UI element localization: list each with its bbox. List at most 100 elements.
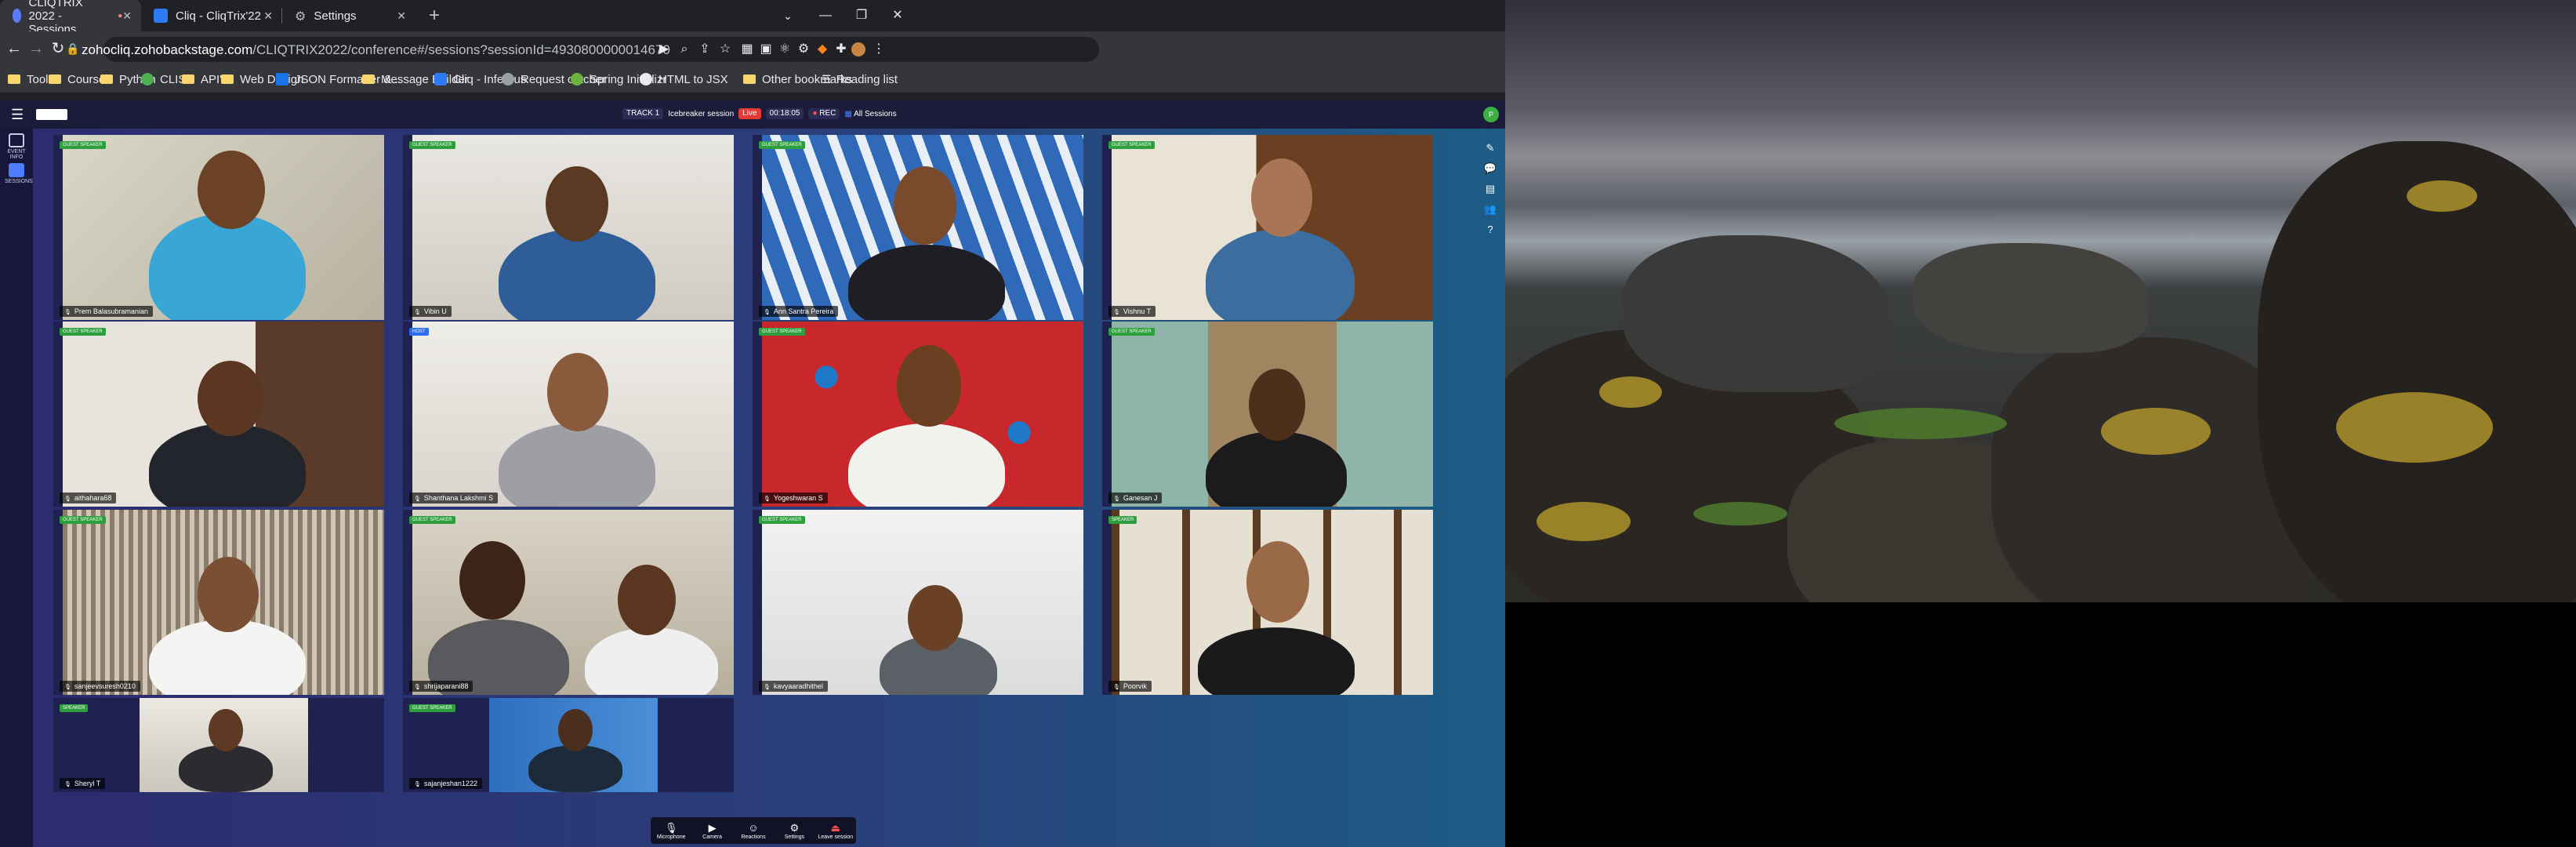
menu-kebab-icon[interactable]: ⋮ bbox=[870, 41, 887, 58]
live-badge: Live bbox=[738, 108, 761, 119]
globe-icon bbox=[502, 73, 514, 85]
nav-event-info[interactable]: EVENT INFO bbox=[5, 133, 28, 160]
video-feed bbox=[412, 135, 734, 320]
participant-head bbox=[618, 565, 676, 635]
participant-head bbox=[1249, 369, 1305, 441]
user-avatar[interactable]: P bbox=[1483, 107, 1499, 122]
video-tile[interactable]: GUEST SPEAKER kavyaaradhithel bbox=[753, 510, 1083, 695]
zoho-favicon-icon bbox=[13, 9, 21, 23]
participant-figure bbox=[1206, 431, 1347, 507]
puzzle-icon[interactable]: ✚ bbox=[833, 41, 850, 58]
tab-search-chevron-icon[interactable]: ⌄ bbox=[770, 0, 806, 31]
microphone-button[interactable]: 🎙 Microphone bbox=[651, 822, 691, 840]
share-icon[interactable]: ⇪ bbox=[696, 41, 713, 58]
video-tile[interactable]: HOST Shanthana Lakshmi S bbox=[403, 322, 734, 507]
reload-icon[interactable]: ↻ bbox=[49, 39, 67, 58]
close-window-button[interactable]: ✕ bbox=[880, 0, 916, 31]
role-badge: HOST bbox=[409, 328, 429, 336]
close-tab-icon[interactable]: ✕ bbox=[122, 9, 132, 23]
microphone-icon: 🎙 bbox=[664, 821, 678, 834]
hamburger-menu-icon[interactable]: ☰ bbox=[11, 107, 24, 123]
role-badge: GUEST SPEAKER bbox=[759, 516, 805, 524]
tab-settings[interactable]: ⚙ Settings ✕ bbox=[282, 0, 415, 31]
url-path: /CLIQTRIX2022/conference#/sessions?sessi… bbox=[252, 42, 670, 57]
bookmark-tools[interactable]: Tools bbox=[8, 71, 54, 88]
desktop-wallpaper bbox=[1505, 0, 2576, 602]
folder-icon bbox=[100, 75, 113, 84]
video-tile[interactable]: SPEAKER Sheryl T bbox=[53, 698, 384, 792]
chat-icon[interactable]: 💬 bbox=[1483, 162, 1497, 176]
participant-figure bbox=[1206, 229, 1355, 320]
moss-patch bbox=[1693, 502, 1787, 525]
video-tile[interactable]: GUEST SPEAKER Ganesan J bbox=[1102, 322, 1433, 507]
notes-icon[interactable]: ▤ bbox=[1483, 182, 1497, 196]
tab-title: Settings bbox=[314, 9, 357, 23]
participant-figure bbox=[499, 424, 655, 507]
camera-button[interactable]: ▶ Camera bbox=[691, 822, 732, 840]
role-badge: GUEST SPEAKER bbox=[60, 141, 106, 149]
role-badge: SPEAKER bbox=[60, 704, 89, 712]
folder-icon bbox=[362, 75, 375, 84]
reactions-button[interactable]: ☺ Reactions bbox=[733, 822, 774, 840]
participant-figure bbox=[499, 229, 655, 320]
video-tile[interactable]: GUEST SPEAKER shrijaparani88 bbox=[403, 510, 734, 695]
metamask-icon[interactable]: ◆ bbox=[814, 41, 831, 58]
cliq-favicon-icon bbox=[154, 9, 168, 23]
extension-icon[interactable]: ▦ bbox=[738, 41, 756, 58]
gear-icon: ⚙ bbox=[295, 10, 307, 24]
leave-session-button[interactable]: ⏏ Leave session bbox=[815, 822, 856, 840]
video-feed bbox=[140, 698, 308, 792]
participant-head bbox=[209, 709, 243, 751]
restore-button[interactable]: ❐ bbox=[844, 0, 880, 31]
all-sessions-label: All Sessions bbox=[854, 109, 897, 118]
all-sessions-link[interactable]: ▦ All Sessions bbox=[844, 110, 896, 118]
video-tile[interactable]: GUEST SPEAKER Vibin U bbox=[403, 135, 734, 320]
video-tile[interactable]: GUEST SPEAKER sanjeevsuresh0210 bbox=[53, 510, 384, 695]
video-tile[interactable]: GUEST SPEAKER aithahara68 bbox=[53, 322, 384, 507]
reading-list[interactable]: ☰ Reading list bbox=[822, 71, 898, 88]
bookmark-star-icon[interactable]: ☆ bbox=[717, 41, 734, 58]
folder-icon bbox=[221, 75, 234, 84]
nav-sessions[interactable]: SESSIONS bbox=[5, 163, 33, 184]
participant-head bbox=[198, 151, 265, 229]
profile-avatar[interactable] bbox=[851, 42, 865, 56]
settings-button[interactable]: ⚙ Settings bbox=[774, 822, 815, 840]
back-arrow-icon[interactable]: ← bbox=[5, 39, 24, 58]
lock-icon[interactable]: 🔒 bbox=[66, 42, 79, 56]
close-tab-icon[interactable]: ✕ bbox=[263, 9, 273, 23]
forward-arrow-icon[interactable]: → bbox=[27, 39, 45, 58]
participant-head bbox=[546, 166, 608, 242]
close-tab-icon[interactable]: ✕ bbox=[397, 9, 406, 23]
exit-icon: ⏏ bbox=[830, 821, 840, 834]
url-text: zohocliq.zohobackstage.com/CLIQTRIX2022/… bbox=[82, 42, 670, 58]
control-label: Microphone bbox=[656, 834, 686, 840]
video-tile[interactable]: SPEAKER Poorvik bbox=[1102, 510, 1433, 695]
minimize-button[interactable]: — bbox=[807, 0, 844, 31]
zoom-icon[interactable]: ⌕ bbox=[676, 41, 693, 58]
extension-icon[interactable]: ⚙ bbox=[795, 41, 812, 58]
poll-icon[interactable]: ✎ bbox=[1483, 141, 1497, 155]
participant-head bbox=[908, 585, 963, 651]
tab-cliqtrix-sessions[interactable]: CLIQTRIX 2022 - Sessions ● ✕ bbox=[0, 0, 141, 36]
tab-cliq[interactable]: Cliq - CliqTrix'22 ✕ bbox=[141, 0, 282, 31]
rec-dot-icon: ● bbox=[812, 109, 818, 118]
moss-patch bbox=[1834, 408, 2007, 439]
camera-in-use-icon[interactable]: ▶ bbox=[655, 41, 673, 58]
participant-name: Yogeshwaran S bbox=[759, 493, 828, 503]
checkbox-icon bbox=[276, 73, 288, 85]
info-icon bbox=[9, 133, 24, 147]
video-tile[interactable]: GUEST SPEAKER Prem Balasubramanian bbox=[53, 135, 384, 320]
qa-icon[interactable]: ? bbox=[1483, 223, 1497, 237]
session-name: Icebreaker session bbox=[668, 109, 735, 118]
participant-figure bbox=[848, 424, 1005, 507]
new-tab-button[interactable]: + bbox=[423, 5, 445, 27]
react-devtools-icon[interactable]: ⚛ bbox=[776, 41, 793, 58]
video-tile[interactable]: GUEST SPEAKER sajanjeshan1222 bbox=[403, 698, 734, 792]
extension-icon[interactable]: ▣ bbox=[757, 41, 775, 58]
video-tile[interactable]: GUEST SPEAKER Yogeshwaran S bbox=[753, 322, 1083, 507]
video-tile[interactable]: GUEST SPEAKER Vishnu T bbox=[1102, 135, 1433, 320]
folder-icon bbox=[743, 75, 756, 84]
video-tile[interactable]: GUEST SPEAKER Ann Santra Pereira bbox=[753, 135, 1083, 320]
people-icon[interactable]: 👥 bbox=[1483, 202, 1497, 216]
bookmark-html-to-jsx[interactable]: HTML to JSX bbox=[640, 71, 728, 88]
